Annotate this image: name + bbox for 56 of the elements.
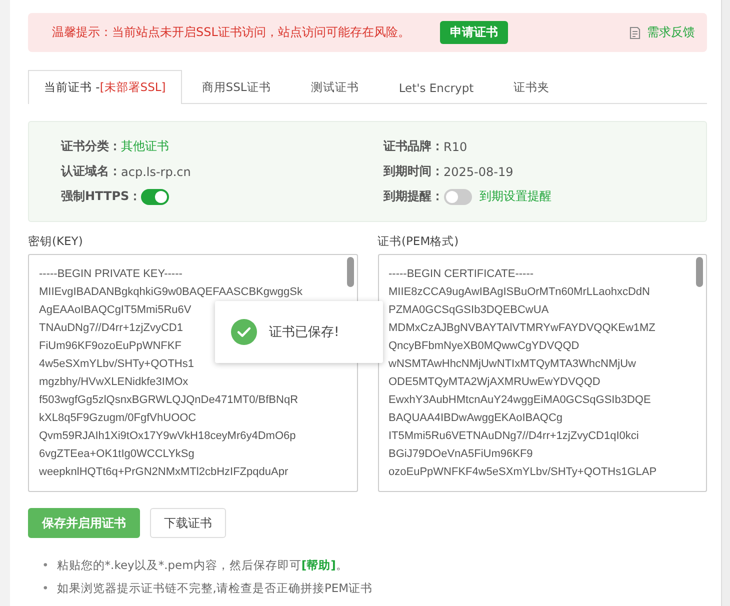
- text-line: MIIEvgIBADANBgkqhkiG9w0BAQEFAASCBKgwggSk: [39, 285, 302, 300]
- tab[interactable]: 商用SSL证书: [182, 70, 291, 104]
- text-line: kXL8q5F9Gzugm/0FgfVhUOOC: [39, 411, 196, 426]
- toggle-switch[interactable]: [141, 188, 170, 204]
- help-note: 如果浏览器提示证书链不完整,请检查是否正确拼接PEM证书: [56, 580, 373, 597]
- tab[interactable]: 当前证书 -[未部署SSL]: [28, 70, 182, 104]
- text-line: BGiJ79DOeVnA5FiUm96KF9: [388, 447, 533, 462]
- text-line: weepknlHQTt6q+PrGN2NMxMTl2cbHzIFZpqduApr: [39, 465, 288, 480]
- bullet: •: [42, 580, 49, 597]
- info-label: 证书分类：: [61, 138, 121, 155]
- field-label: 密钥(KEY): [28, 234, 84, 249]
- toast-message: 证书已保存!: [269, 324, 340, 341]
- info-value: R10: [444, 140, 468, 154]
- info-value: acp.ls-rp.cn: [121, 164, 191, 178]
- text-line: MIIE8zCCA9ugAwIBAgISBuOrMTn60MrLLaohxcDdN: [388, 285, 650, 300]
- info-label: 到期时间：: [384, 163, 444, 180]
- text-line: PZMA0GCSqGSIb3DQEBCwUA: [388, 303, 549, 318]
- text-line: QncyBFbmNyeXB0MQwwCgYDVQQD: [388, 339, 580, 354]
- text-line: ODE5MTQyMTA2WjAXMRUwEwYDVQQD: [388, 375, 600, 390]
- bullet: •: [42, 557, 49, 574]
- scrollbar-thumb[interactable]: [346, 257, 354, 287]
- text-line: -----BEGIN PRIVATE KEY-----: [39, 267, 182, 282]
- text-line: BAQUAA4IBDwAwggEKAoIBAQCg: [388, 411, 563, 426]
- text-line: FiUm96KF9ozoEuPpWNFKF: [39, 339, 182, 354]
- certificate-textarea[interactable]: [378, 254, 707, 492]
- text-line: wNSMTAwHhcNMjUwNTIxMTQyMTA3WhcNMjUw: [388, 357, 636, 372]
- field-label: 证书(PEM格式): [378, 234, 460, 249]
- text-line: Qvm59RJAIh1Xi9tOx17Y9wVkH18ceyMr6y4DmO6p: [39, 429, 296, 444]
- help-note: 粘贴您的*.key以及*.pem内容，然后保存即可[帮助]。: [56, 557, 348, 574]
- text-line: 4w5eSXmYLbv/SHTy+QOTHs1: [39, 357, 194, 372]
- info-value: 其他证书: [121, 138, 169, 155]
- text-line: 6vgZTEea+OK1tIg0WCCLYkSg: [39, 447, 194, 462]
- scrollbar-thumb[interactable]: [696, 257, 703, 287]
- info-label: 到期提醒：: [384, 188, 444, 205]
- text-line: f503wgfGg5zlQsnxBGRWLQJQnDe471MT0/BfBNqR: [39, 393, 298, 408]
- text-line: TNAuDNg7//D4rr+1zjZvyCD1: [39, 321, 183, 336]
- toggle-switch[interactable]: [444, 188, 472, 204]
- text-line: MDMxCzAJBgNVBAYTAlVTMRYwFAYDVQQKEw1MZ: [388, 321, 656, 336]
- text-line: -----BEGIN CERTIFICATE-----: [388, 267, 534, 282]
- check-circle-icon: [231, 319, 257, 345]
- text-line: mgzbhy/HVwXLENidkfe3IMOx: [39, 375, 188, 390]
- edit-note-icon: [629, 26, 642, 40]
- key-textarea[interactable]: [28, 254, 358, 492]
- info-value: 2025-08-19: [444, 164, 514, 178]
- text-line: IT5Mmi5Ru6VETNAuDNg7//D4rr+1zjZvyCD1qI0kci: [388, 429, 639, 444]
- text-line: AgEAAoIBAQCgIT5Mmi5Ru6V: [39, 303, 192, 318]
- text-line: ozoEuPpWNFKF4w5eSXmYLbv/SHTy+QOTHs1GLAP: [388, 465, 657, 480]
- tab[interactable]: 证书夹: [494, 70, 570, 104]
- download-button[interactable]: 下载证书: [150, 508, 226, 538]
- tab[interactable]: Let's Encrypt: [378, 70, 494, 104]
- tab[interactable]: 测试证书: [290, 70, 379, 104]
- info-label: 认证域名：: [61, 163, 121, 180]
- info-label: 证书品牌：: [384, 138, 444, 155]
- text-line: EwxhY3AubHMtcnAuY24wggEiMA0GCSqGSIb3DQE: [388, 393, 651, 408]
- warning-text: 温馨提示：当前站点未开启SSL证书访问，站点访问可能存在风险。: [52, 24, 410, 41]
- info-label: 强制HTTPS：: [61, 188, 142, 205]
